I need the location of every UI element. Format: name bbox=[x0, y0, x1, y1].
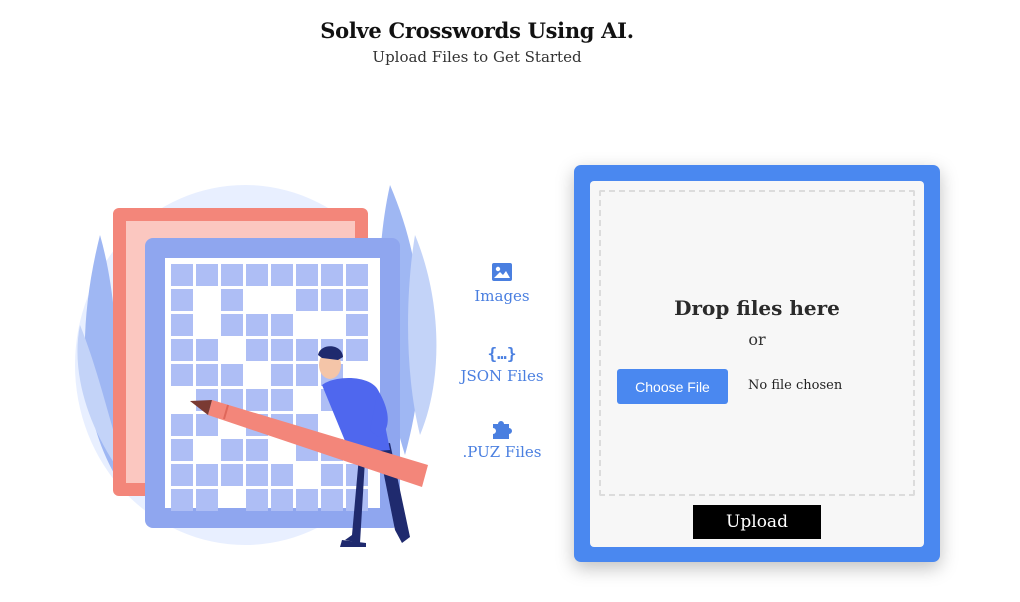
upload-button[interactable]: Upload bbox=[693, 505, 821, 539]
choose-file-button[interactable]: Choose File bbox=[617, 369, 728, 404]
page-subtitle: Upload Files to Get Started bbox=[372, 48, 582, 66]
puzzle-piece-icon bbox=[452, 418, 552, 440]
file-type-json-label: JSON Files bbox=[460, 367, 544, 385]
page-header: Solve Crosswords Using AI. Upload Files … bbox=[0, 18, 954, 66]
file-type-puz: .PUZ Files bbox=[452, 418, 552, 461]
drop-zone[interactable]: Drop files here or Choose File No file c… bbox=[599, 190, 915, 496]
file-type-images-label: Images bbox=[474, 287, 530, 305]
curly-braces-icon: {…} bbox=[452, 342, 552, 364]
svg-text:{…}: {…} bbox=[488, 344, 516, 363]
upload-panel: Drop files here or Choose File No file c… bbox=[590, 181, 924, 547]
no-file-chosen-text: No file chosen bbox=[748, 378, 843, 393]
crossword-illustration-graphic bbox=[75, 185, 437, 547]
file-type-json: {…} JSON Files bbox=[452, 342, 552, 385]
file-type-images: Images bbox=[452, 262, 552, 305]
image-icon bbox=[452, 262, 552, 284]
drop-title: Drop files here bbox=[674, 296, 840, 320]
upload-card: Drop files here or Choose File No file c… bbox=[574, 165, 940, 562]
drop-or-text: or bbox=[748, 330, 766, 349]
crossword-illustration bbox=[60, 175, 450, 555]
page-title: Solve Crosswords Using AI. bbox=[320, 18, 634, 43]
file-type-puz-label: .PUZ Files bbox=[462, 443, 542, 461]
